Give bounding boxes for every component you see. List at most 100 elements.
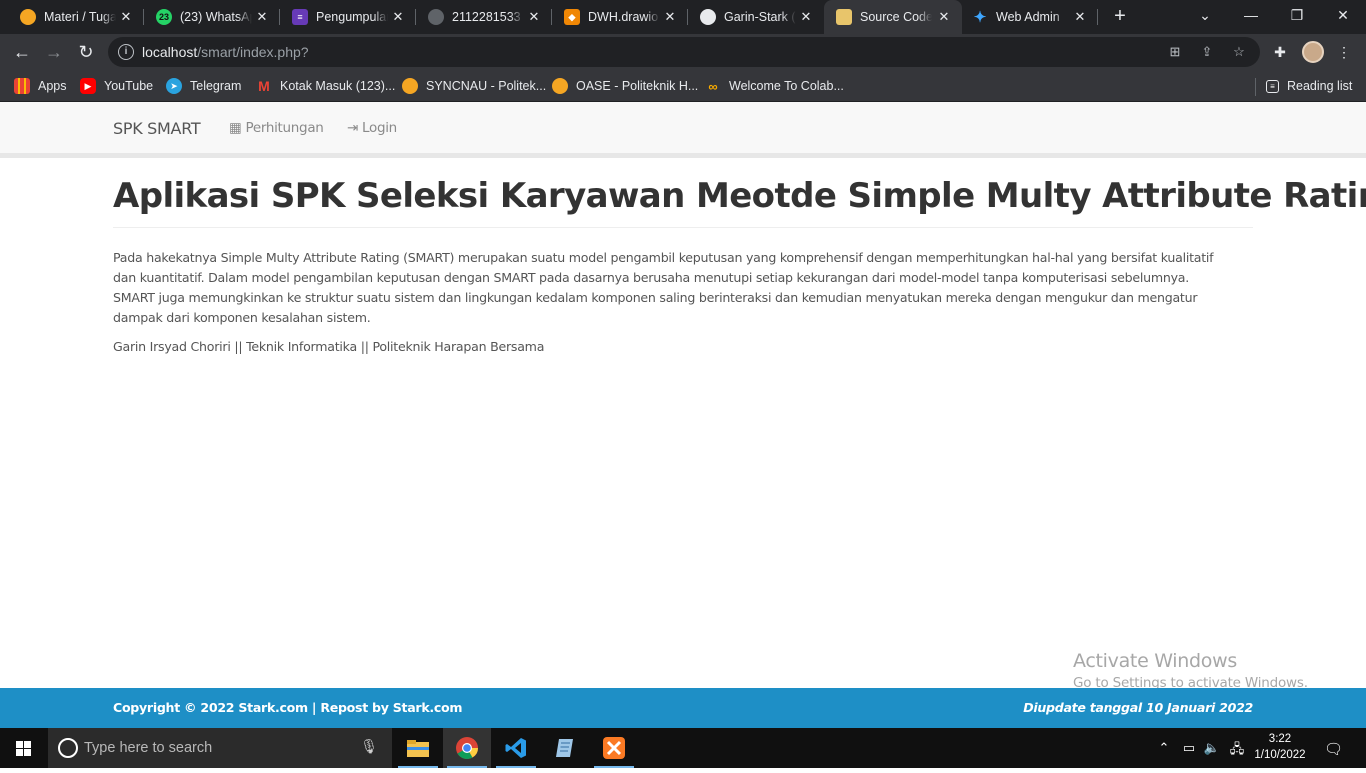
page-viewport: SPK SMART ▦ Perhitungan ⇥ Login Aplikasi… (0, 102, 1366, 728)
network-icon[interactable]: 🖧 (1228, 740, 1246, 762)
profile-avatar[interactable] (1302, 41, 1324, 63)
drawio-icon: ◆ (564, 9, 580, 25)
extensions-icon[interactable]: ✚ (1270, 42, 1290, 62)
moodle-hex-icon (402, 78, 418, 94)
bookmark-apps[interactable]: Apps (14, 76, 67, 96)
taskbar-search-box[interactable]: Type here to search 🎙 (48, 728, 392, 768)
search-icon (58, 738, 78, 758)
close-icon[interactable]: ✕ (118, 9, 134, 25)
tab-drawio[interactable]: ◆ DWH.drawio ✕ (544, 0, 688, 34)
moodle-hex-icon (20, 9, 36, 25)
tab-materi[interactable]: Materi / Tugas ✕ (0, 0, 144, 34)
windows-taskbar: Type here to search 🎙 ⌃ ▭ 🔈 🖧 3:22 1/10/… (0, 728, 1366, 768)
globe-icon (428, 9, 444, 25)
author-line: Garin Irsyad Choriri || Teknik Informati… (113, 339, 545, 354)
url-text[interactable]: localhost/smart/index.php? (142, 44, 309, 60)
table-icon: ▦ (229, 120, 242, 136)
nav-login[interactable]: ⇥ Login (347, 120, 397, 136)
share-icon[interactable]: ⇪ (1198, 44, 1216, 60)
tab-whatsapp[interactable]: 23 (23) WhatsApp ✕ (136, 0, 280, 34)
xampp-icon (603, 737, 625, 759)
back-button[interactable]: ← (8, 38, 36, 66)
description-paragraph: Pada hakekatnya Simple Multy Attribute R… (113, 250, 1214, 325)
new-tab-button[interactable]: + (1108, 5, 1132, 29)
site-footer: Copyright © 2022 Stark.com | Repost by S… (0, 688, 1366, 728)
star-icon: ✦ (973, 9, 987, 26)
login-icon: ⇥ (347, 120, 359, 136)
translate-icon[interactable]: ⊞ (1166, 44, 1184, 60)
footer-updated: Diupdate tanggal 10 Januari 2022 (1023, 700, 1253, 715)
tab-separator (1097, 9, 1098, 25)
microphone-icon[interactable]: 🎙 (360, 738, 378, 755)
close-icon[interactable]: ✕ (390, 9, 406, 25)
windows-logo-icon (16, 741, 31, 756)
maximize-button[interactable]: ❐ (1274, 0, 1320, 30)
close-icon[interactable]: ✕ (1072, 9, 1088, 25)
telegram-icon: ➤ (166, 78, 182, 94)
tray-chevron-up-icon[interactable]: ⌃ (1155, 740, 1173, 756)
activate-windows-watermark: Activate Windows Go to Settings to activ… (1073, 650, 1308, 691)
close-icon[interactable]: ✕ (526, 9, 542, 25)
menu-kebab-icon[interactable]: ⋮ (1334, 42, 1354, 62)
tab-pengumpulan[interactable]: ≡ Pengumpulan ✕ (272, 0, 416, 34)
taskbar-clock[interactable]: 3:22 1/10/2022 (1252, 731, 1308, 763)
reading-list-icon: ≡ (1266, 79, 1279, 93)
bookmarks-bar: Apps ▶ YouTube ➤ Telegram M Kotak Masuk … (0, 70, 1366, 102)
browser-toolbar: ← → ↻ i localhost/smart/index.php? ⊞ ⇪ ☆… (0, 34, 1366, 70)
nav-perhitungan[interactable]: ▦ Perhitungan (229, 120, 324, 136)
navbar-divider (0, 154, 1366, 158)
forward-button[interactable]: → (40, 38, 68, 66)
youtube-icon: ▶ (80, 78, 96, 94)
start-button[interactable] (0, 728, 48, 768)
browser-tab-strip: Materi / Tugas ✕ 23 (23) WhatsApp ✕ ≡ Pe… (0, 0, 1366, 34)
github-icon (700, 9, 716, 25)
bookmark-telegram[interactable]: ➤ Telegram (166, 76, 241, 96)
address-bar[interactable]: i localhost/smart/index.php? ⊞ ⇪ ☆ (108, 37, 1260, 67)
moodle-hex-icon (552, 78, 568, 94)
bookmark-oase[interactable]: OASE - Politeknik H... (552, 76, 698, 96)
bookmark-youtube[interactable]: ▶ YouTube (80, 76, 153, 96)
bookmarks-separator (1255, 78, 1256, 96)
volume-icon[interactable]: 🔈 (1203, 740, 1221, 756)
tab-web-admin[interactable]: ✦ Web Admin ✕ (962, 0, 1098, 34)
taskbar-xampp[interactable] (590, 728, 638, 768)
minimize-button[interactable]: — (1228, 0, 1274, 30)
file-explorer-icon (407, 740, 429, 757)
close-icon[interactable]: ✕ (662, 9, 678, 25)
bookmark-star-icon[interactable]: ☆ (1230, 44, 1248, 60)
window-close-button[interactable]: ✕ (1320, 0, 1366, 30)
bookmark-syncnau[interactable]: SYNCNAU - Politek... (402, 76, 546, 96)
notepad-app-icon (556, 739, 573, 757)
site-info-icon[interactable]: i (118, 44, 134, 60)
notification-icon[interactable]: 🗨 (1324, 740, 1343, 758)
battery-icon[interactable]: ▭ (1180, 740, 1198, 756)
whatsapp-icon: 23 (156, 9, 172, 25)
apps-grid-icon (14, 78, 30, 94)
reading-list-button[interactable]: ≡ Reading list (1266, 76, 1352, 96)
taskbar-chrome[interactable] (443, 728, 491, 768)
close-icon[interactable]: ✕ (798, 9, 814, 25)
vscode-icon (505, 738, 526, 758)
title-divider (113, 227, 1253, 228)
site-navbar: SPK SMART ▦ Perhitungan ⇥ Login (0, 102, 1366, 154)
bookmark-colab[interactable]: ∞ Welcome To Colab... (705, 76, 844, 96)
close-icon[interactable]: ✕ (254, 9, 270, 25)
tab-search-chevron-icon[interactable]: ⌄ (1182, 0, 1228, 30)
tab-source-code[interactable]: Source Code ✕ (824, 0, 962, 34)
close-icon[interactable]: ✕ (936, 9, 952, 25)
colab-icon: ∞ (708, 78, 718, 94)
reload-button[interactable]: ↻ (72, 38, 100, 66)
tab-github[interactable]: Garin-Stark (G ✕ (680, 0, 824, 34)
notepad-icon (836, 9, 852, 25)
taskbar-vscode[interactable] (492, 728, 540, 768)
gmail-icon: M (258, 78, 270, 94)
taskbar-file-explorer[interactable] (394, 728, 442, 768)
page-title: Aplikasi SPK Seleksi Karyawan Meotde Sim… (113, 176, 1366, 216)
bookmark-gmail[interactable]: M Kotak Masuk (123)... (256, 76, 395, 96)
search-placeholder: Type here to search (84, 740, 213, 756)
chrome-icon (456, 737, 478, 759)
site-brand[interactable]: SPK SMART (113, 119, 201, 138)
tab-number[interactable]: 2112281533 ✕ (408, 0, 552, 34)
taskbar-notepad[interactable] (541, 728, 589, 768)
forms-icon: ≡ (292, 9, 308, 25)
